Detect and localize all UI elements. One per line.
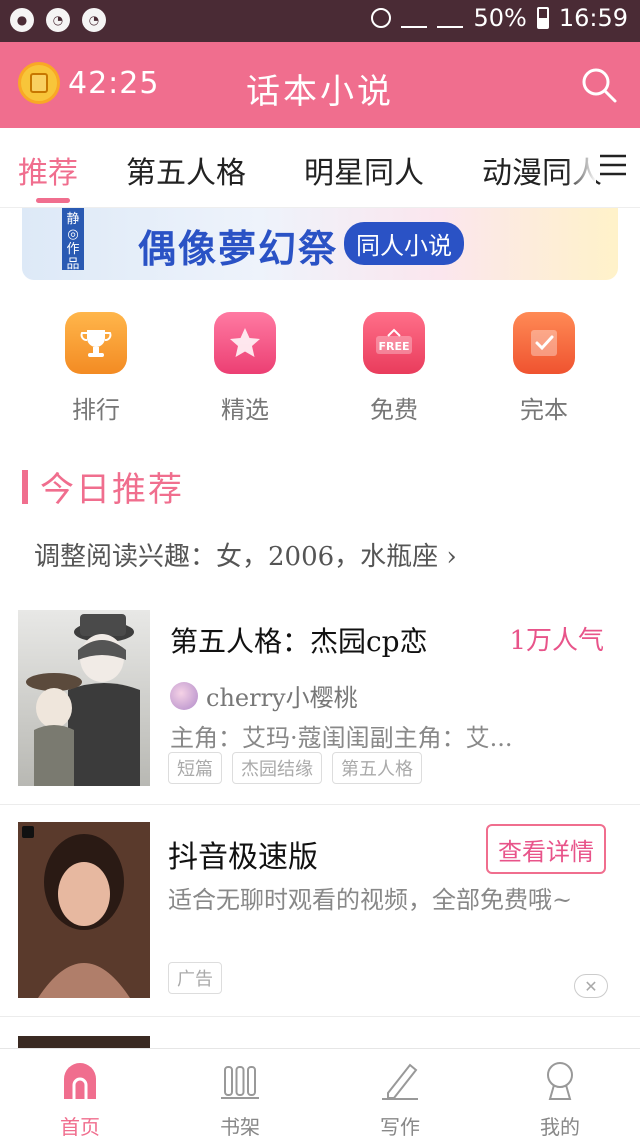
banner-tag: 静◎作品 [62, 208, 84, 272]
nav-bookshelf[interactable]: 书架 [180, 1059, 300, 1138]
entry-featured[interactable]: 精选 [195, 312, 295, 425]
clock: 16:59 [558, 4, 628, 32]
trophy-icon [65, 312, 127, 374]
author-name: cherry小樱桃 [206, 684, 358, 712]
author-avatar [170, 681, 198, 710]
home-icon [64, 1063, 96, 1099]
entry-completed[interactable]: 完本 [494, 312, 594, 425]
book-card[interactable]: 第五人格：杰园cp恋 1万人气 cherry小樱桃 主角：艾玛·蔻闺闺副主角：艾… [0, 610, 640, 804]
entry-free-label: 免费 [370, 396, 418, 424]
ad-card[interactable]: 抖音极速版 查看详情 适合无聊时观看的视频，全部免费哦~ 广告 ✕ [0, 822, 640, 1002]
bottom-nav: 首页 书架 写作 我的 [0, 1048, 640, 1138]
profile-icon [547, 1062, 573, 1100]
wifi-signal-icon [401, 8, 428, 28]
ad-title: 抖音极速版 [168, 840, 318, 875]
nav-write-label: 写作 [380, 1115, 420, 1138]
adjust-interest-link[interactable]: 调整阅读兴趣：女，2006，水瓶座 › [34, 536, 457, 573]
book-tags: 短篇 杰园结缘 第五人格 [168, 752, 422, 784]
nav-profile[interactable]: 我的 [500, 1059, 620, 1138]
entry-ranking[interactable]: 排行 [46, 312, 146, 425]
quick-entries: 排行 精选 FREE 免费 完本 [0, 312, 640, 432]
search-icon[interactable] [580, 66, 618, 104]
star-icon [214, 312, 276, 374]
section-header: 今日推荐 [22, 462, 184, 511]
wechat-icon-2: ◔ [82, 8, 106, 32]
author-row: cherry小樱桃 [170, 678, 358, 713]
svg-text:FREE: FREE [378, 340, 409, 353]
notification-icon: ● [10, 8, 34, 32]
book-tag: 第五人格 [332, 752, 422, 784]
battery-icon [536, 7, 549, 29]
tab-identity-v[interactable]: 第五人格 [126, 148, 246, 192]
nav-profile-label: 我的 [540, 1115, 580, 1138]
category-tabs: 推荐 第五人格 明星同人 动漫同人 [0, 128, 640, 208]
status-bar: ● ◔ ◔ 50% 16:59 [0, 0, 640, 42]
menu-icon[interactable] [598, 150, 628, 180]
book-cover [18, 610, 150, 786]
free-tag-icon: FREE [363, 312, 425, 374]
ad-description: 适合无聊时观看的视频，全部免费哦~ [168, 886, 573, 914]
entry-completed-label: 完本 [520, 396, 568, 424]
active-tab-indicator [36, 198, 70, 203]
close-ad-icon[interactable]: ✕ [574, 974, 608, 998]
book-title: 第五人格：杰园cp恋 [170, 625, 428, 658]
entry-free[interactable]: FREE 免费 [344, 312, 444, 425]
app-title: 话本小说 [246, 72, 394, 112]
tab-recommend[interactable]: 推荐 [18, 148, 78, 192]
book-description: 主角：艾玛·蔻闺闺副主角：艾... [170, 724, 513, 752]
book-tag: 杰园结缘 [232, 752, 322, 784]
bookshelf-icon [221, 1066, 259, 1099]
checkbox-icon [513, 312, 575, 374]
banner-subtitle: 同人小说 [344, 222, 464, 265]
entry-featured-label: 精选 [221, 396, 269, 424]
nav-home-label: 首页 [60, 1115, 100, 1138]
ad-image [18, 822, 150, 998]
book-tag: 短篇 [168, 752, 222, 784]
entry-ranking-label: 排行 [72, 396, 120, 424]
divider [0, 804, 640, 805]
ad-label: 广告 [168, 962, 222, 994]
banner-title: 偶像夢幻祭 [138, 226, 339, 271]
divider [0, 1016, 640, 1017]
book-popularity: 1万人气 [509, 626, 604, 656]
wechat-icon: ◔ [46, 8, 70, 32]
view-details-button[interactable]: 查看详情 [486, 824, 606, 874]
pen-icon [382, 1063, 418, 1100]
app-bar: 42:25 话本小说 [0, 42, 640, 128]
nav-write[interactable]: 写作 [340, 1059, 460, 1138]
cell-signal-icon [437, 8, 464, 28]
nav-home[interactable]: 首页 [20, 1059, 140, 1138]
battery-percent: 50% [473, 4, 527, 32]
promo-banner[interactable]: 静◎作品 偶像夢幻祭 同人小说 [22, 208, 618, 280]
section-title: 今日推荐 [40, 470, 184, 510]
tab-celebrity-fanfic[interactable]: 明星同人 [304, 148, 424, 192]
nav-bookshelf-label: 书架 [220, 1115, 260, 1138]
next-card-peek [18, 1036, 150, 1048]
alarm-icon [371, 8, 392, 28]
